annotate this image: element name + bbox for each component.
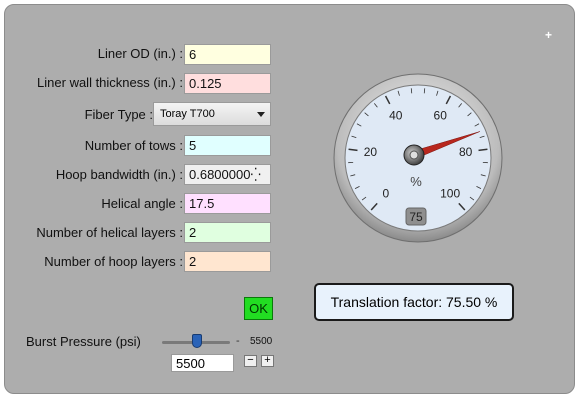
fiber-type-label: Fiber Type : [84,107,153,122]
hoop-bandwidth-input[interactable]: 0.6800000⁛ [184,164,271,185]
gauge-tick-label-40: 40 [389,108,403,122]
gauge-tick-label-80: 80 [459,145,473,159]
helical-layers-input[interactable]: 2 [184,222,271,243]
burst-pressure-input[interactable]: 5500 [171,354,234,372]
gauge: 0 20 40 60 80 100 % 75 [333,73,503,243]
liner-od-input[interactable]: 6 [184,44,271,65]
burst-slider-thumb[interactable] [192,334,202,348]
gauge-value-readout: 75 [409,210,423,224]
gauge-tick-label-0: 0 [383,187,390,201]
gauge-tick-label-60: 60 [434,108,448,122]
gauge-tick-label-20: 20 [364,145,378,159]
liner-wall-label: Liner wall thickness (in.) : [37,75,183,90]
slider-separator: - [236,335,240,347]
hoop-bandwidth-label: Hoop bandwidth (in.) : [55,167,183,182]
fiber-type-value: Toray T700 [160,108,215,120]
liner-wall-input[interactable]: 0.125 [184,73,271,94]
corner-plus-icon: + [545,28,553,42]
decrement-button[interactable]: − [244,355,257,367]
helical-angle-label: Helical angle : [101,196,183,211]
tows-input[interactable]: 5 [184,135,271,156]
increment-button[interactable]: + [261,355,274,367]
translation-factor-display: Translation factor: 75.50 % [314,283,514,321]
burst-slider-value: 5500 [250,336,273,347]
fiber-type-select[interactable]: Toray T700 [153,102,271,126]
hoop-layers-input[interactable]: 2 [184,251,271,272]
gauge-tick-label-100: 100 [440,187,460,201]
tows-label: Number of tows : [84,138,183,153]
helical-layers-label: Number of helical layers : [36,225,183,240]
dropdown-arrow-icon [257,112,265,117]
hoop-layers-label: Number of hoop layers : [44,254,183,269]
helical-angle-input[interactable]: 17.5 [184,193,271,214]
gauge-unit: % [410,174,422,189]
burst-pressure-label: Burst Pressure (psi) [26,334,141,349]
ok-button[interactable]: OK [244,297,273,320]
liner-od-label: Liner OD (in.) : [97,46,183,61]
